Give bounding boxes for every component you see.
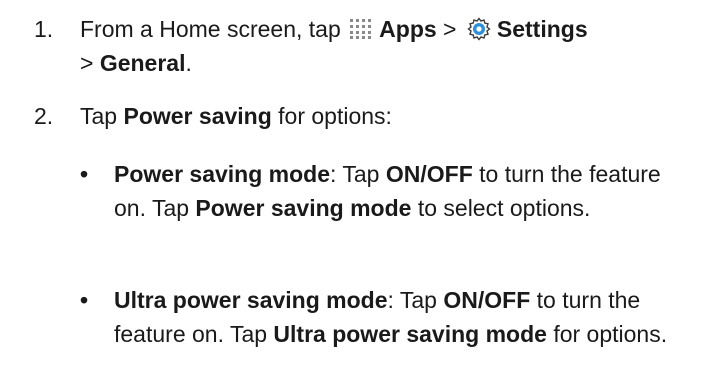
separator: > [443, 16, 457, 42]
text: to select options. [417, 195, 591, 221]
separator: > [80, 50, 94, 76]
bullet-title: Power saving mode [114, 161, 331, 187]
general-label: General [99, 50, 186, 76]
text: for options. [553, 321, 668, 347]
step-2-text: Tap Power saving for options: [80, 99, 700, 133]
step-number: 2. [34, 103, 54, 129]
text: Tap [342, 161, 380, 187]
bullet-text: Ultra power saving mode: Tap ON/OFF to t… [114, 283, 694, 351]
colon: : [387, 287, 394, 313]
instruction-document: 1. From a Home screen, tap Apps > Settin… [0, 0, 704, 384]
bullet-dot: • [80, 161, 89, 187]
step-2-outro: for options: [278, 103, 392, 129]
settings-gear-icon [467, 16, 491, 41]
colon: : [330, 161, 337, 187]
ultra-power-saving-mode-label: Ultra power saving mode [273, 321, 547, 347]
step-number: 1. [34, 16, 54, 42]
settings-label: Settings [496, 16, 588, 42]
period: . [185, 50, 192, 76]
bullet-title: Ultra power saving mode [114, 287, 388, 313]
power-saving-mode-label: Power saving mode [195, 195, 412, 221]
apps-grid-icon [349, 15, 373, 39]
power-saving-label: Power saving [123, 103, 272, 129]
text: Tap [399, 287, 437, 313]
bullet-text: Power saving mode: Tap ON/OFF to turn th… [114, 157, 694, 225]
bullet-dot: • [80, 287, 89, 313]
apps-label: Apps [379, 16, 437, 42]
step-2-intro: Tap [80, 103, 118, 129]
on-off-label: ON/OFF [443, 287, 531, 313]
step-1-intro: From a Home screen, tap [80, 16, 341, 42]
on-off-label: ON/OFF [385, 161, 473, 187]
step-1-text: From a Home screen, tap Apps > Settings … [80, 12, 700, 80]
